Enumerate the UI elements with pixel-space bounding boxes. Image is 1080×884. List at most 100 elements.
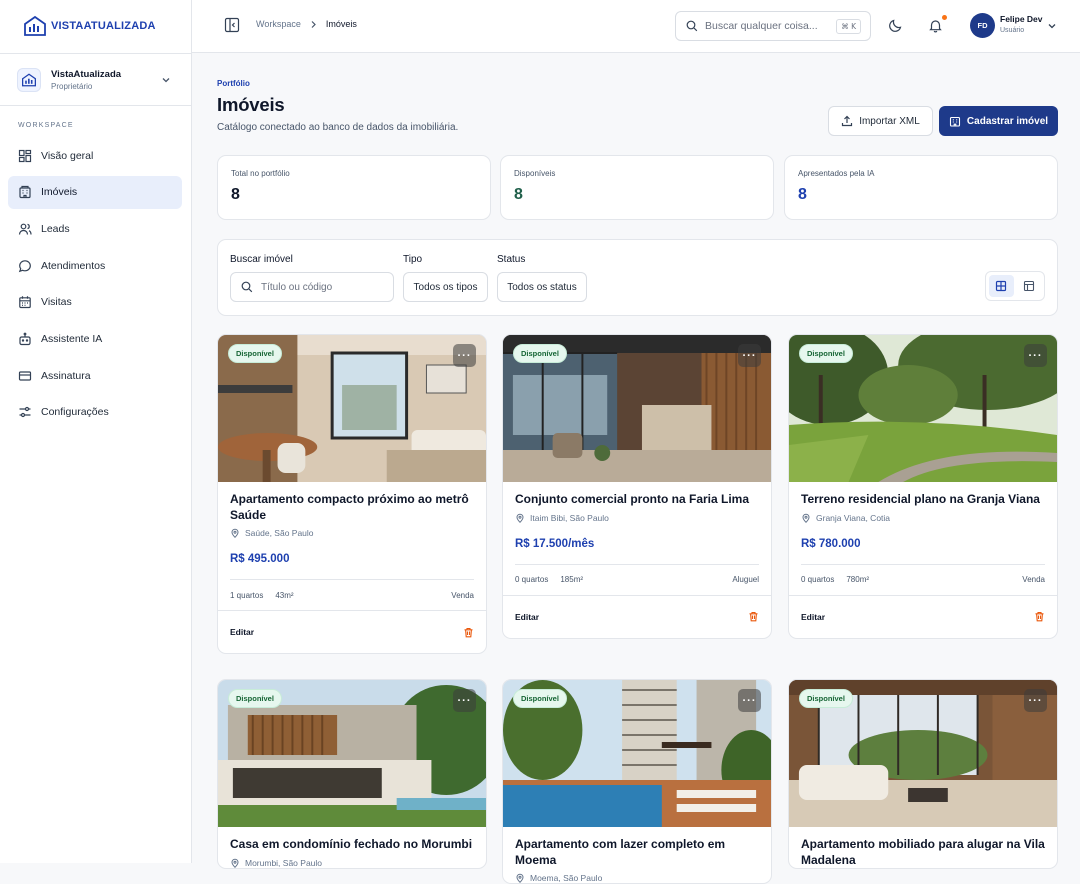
create-property-button[interactable]: Cadastrar imóvel <box>939 106 1058 136</box>
property-meta: 0 quartos 780m² Venda <box>801 563 1045 595</box>
page-title: Imóveis <box>217 94 285 115</box>
map-pin-icon <box>516 873 524 883</box>
breadcrumb-workspace[interactable]: Workspace <box>256 19 301 29</box>
property-title: Casa em condomínio fechado no Morumbi <box>230 837 473 851</box>
brand-house-icon <box>24 15 46 36</box>
bell-icon[interactable] <box>928 18 943 33</box>
stat-value: 8 <box>231 186 240 203</box>
import-xml-button[interactable]: Importar XML <box>828 106 933 136</box>
sidebar-divider <box>0 105 192 106</box>
property-price: R$ 495.000 <box>230 553 290 565</box>
stat-label: Disponíveis <box>514 169 556 178</box>
type-filter-select[interactable]: Todos os tipos <box>403 272 488 302</box>
user-menu[interactable]: Felipe Dev Usuário <box>1000 14 1043 34</box>
brand-name: VISTAATUALIZADA <box>51 20 156 32</box>
filters-panel: Buscar imóvel Título ou código Tipo Todo… <box>217 239 1058 316</box>
property-location: Granja Viana, Cotia <box>801 513 1045 523</box>
property-location-text: Moema, São Paulo <box>530 873 603 883</box>
grid-view-icon <box>996 280 1007 292</box>
avatar[interactable]: FD <box>970 13 995 38</box>
property-location: Moema, São Paulo <box>515 873 759 883</box>
more-options-button[interactable]: ··· <box>1024 344 1047 367</box>
sidebar-item-imoveis[interactable]: Imóveis <box>8 175 182 209</box>
property-card[interactable]: Disponível ··· Conjunto comercial pronto… <box>502 334 772 639</box>
trash-icon <box>749 611 758 622</box>
sidebar-item-assinatura[interactable]: Assinatura <box>8 359 182 392</box>
calendar-icon <box>19 296 31 309</box>
property-meta: 1 quartos 43m² Venda <box>230 579 474 610</box>
stat-value: 8 <box>514 186 523 203</box>
sidebar-item-visitas[interactable]: Visitas <box>8 286 182 319</box>
sidebar-item-leads[interactable]: Leads <box>8 212 182 245</box>
property-title: Terreno residencial plano na Granja Vian… <box>801 492 1040 506</box>
edit-button[interactable]: Editar <box>515 612 539 622</box>
property-deal-type: Venda <box>1022 575 1045 584</box>
sidebar-item-configuracoes[interactable]: Configurações <box>8 396 182 429</box>
property-rooms: 0 quartos <box>801 575 835 584</box>
building-icon <box>19 186 31 199</box>
org-house-icon <box>22 73 36 87</box>
more-options-button[interactable]: ··· <box>453 344 476 367</box>
more-options-button[interactable]: ··· <box>453 689 476 712</box>
property-card[interactable]: Disponível ··· Terreno residencial plano… <box>788 334 1058 639</box>
property-area: 43m² <box>275 590 294 600</box>
sidebar-toggle-icon[interactable] <box>224 17 240 33</box>
sidebar-item-atendimentos[interactable]: Atendimentos <box>8 249 182 282</box>
property-area: 780m² <box>846 575 870 584</box>
delete-button[interactable] <box>463 627 474 638</box>
stat-card-available: Disponíveis 8 <box>500 155 774 220</box>
property-card[interactable]: Disponível ··· Apartamento mobiliado par… <box>788 679 1058 869</box>
more-options-button[interactable]: ··· <box>1024 689 1047 712</box>
type-filter-label: Tipo <box>403 254 423 265</box>
sidebar-nav: Visão geral Imóveis Leads Atendimentos V… <box>8 139 182 433</box>
moon-icon[interactable] <box>888 18 903 33</box>
org-name: VistaAtualizada <box>51 69 122 80</box>
chevron-down-icon <box>162 78 170 83</box>
status-badge: Disponível <box>799 689 853 708</box>
edit-button[interactable]: Editar <box>801 612 825 622</box>
property-title: Apartamento mobiliado para alugar na Vil… <box>801 837 1045 867</box>
sidebar-item-visao-geral[interactable]: Visão geral <box>8 139 182 172</box>
card-footer: Editar <box>218 610 486 653</box>
search-placeholder: Buscar qualquer coisa... <box>705 20 818 32</box>
status-badge: Disponível <box>799 344 853 363</box>
create-property-label: Cadastrar imóvel <box>966 115 1049 127</box>
sidebar-item-label: Assistente IA <box>41 332 103 345</box>
chevron-down-icon[interactable] <box>1047 21 1057 31</box>
search-property-input[interactable]: Título ou código <box>230 272 394 302</box>
search-property-placeholder: Título ou código <box>261 281 333 293</box>
org-switcher[interactable]: VistaAtualizada Proprietário <box>17 66 177 94</box>
stat-card-ai-presented: Apresentados pela IA 8 <box>784 155 1058 220</box>
delete-button[interactable] <box>1034 611 1045 622</box>
sidebar-divider <box>0 53 192 54</box>
property-card[interactable]: Disponível ··· Casa em condomínio fechad… <box>217 679 487 869</box>
property-price: R$ 780.000 <box>801 537 861 550</box>
property-card[interactable]: Disponível ··· Apartamento compacto próx… <box>217 334 487 654</box>
map-pin-icon <box>802 513 810 523</box>
table-view-button[interactable] <box>1017 275 1042 297</box>
map-pin-icon <box>516 513 524 523</box>
brand-logo[interactable]: VISTAATUALIZADA <box>23 15 156 37</box>
sidebar-item-assistente-ia[interactable]: Assistente IA <box>8 322 182 355</box>
delete-button[interactable] <box>748 611 759 622</box>
property-photo: Disponível ··· <box>789 335 1057 482</box>
breadcrumb-current: Imóveis <box>325 19 357 29</box>
page-subtitle: Catálogo conectado ao banco de dados da … <box>217 122 459 133</box>
org-logo <box>17 68 41 92</box>
upload-icon <box>842 115 853 127</box>
grid-view-button[interactable] <box>989 275 1014 297</box>
edit-button[interactable]: Editar <box>230 627 254 637</box>
search-icon <box>241 281 253 293</box>
global-search-input[interactable]: Buscar qualquer coisa... ⌘ K <box>675 11 871 41</box>
more-options-button[interactable]: ··· <box>738 689 761 712</box>
user-role: Usuário <box>1000 27 1025 34</box>
search-property-label: Buscar imóvel <box>230 254 293 265</box>
property-photo: Disponível ··· <box>218 680 486 827</box>
more-options-button[interactable]: ··· <box>738 344 761 367</box>
property-title: Apartamento compacto próximo ao metrô Sa… <box>230 492 469 522</box>
stat-label: Apresentados pela IA <box>798 169 875 178</box>
property-photo: Disponível ··· <box>503 335 771 482</box>
status-filter-select[interactable]: Todos os status <box>497 272 587 302</box>
property-card[interactable]: Disponível ··· Apartamento com lazer com… <box>502 679 772 884</box>
stat-label: Total no portfólio <box>231 169 290 178</box>
